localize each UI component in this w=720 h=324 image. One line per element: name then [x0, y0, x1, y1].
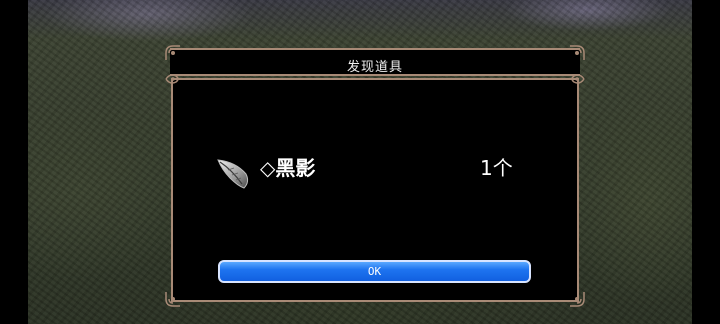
ok-button-label: OK — [367, 265, 382, 278]
item-name: ◇黑影 — [260, 156, 316, 180]
ornament-corner-top-left-icon — [165, 45, 180, 60]
ornament-title-right-icon — [571, 74, 585, 84]
ornament-corner-bottom-left-icon — [165, 292, 180, 307]
dialog-title-bar: 发现道具 — [170, 48, 580, 76]
ok-button[interactable]: OK — [218, 260, 531, 283]
feather-quill-icon — [217, 159, 249, 189]
ornament-title-left-icon — [165, 74, 179, 84]
item-count: 1个 — [480, 156, 513, 180]
ornament-corner-bottom-right-icon — [570, 292, 585, 307]
letterbox-left — [0, 0, 28, 324]
game-screen: 发现道具 ◇黑影 1个 OK — [0, 0, 720, 324]
item-found-dialog: 发现道具 ◇黑影 1个 OK — [164, 44, 586, 308]
ornament-corner-top-right-icon — [570, 45, 585, 60]
letterbox-right — [692, 0, 720, 324]
dialog-title: 发现道具 — [346, 60, 403, 75]
